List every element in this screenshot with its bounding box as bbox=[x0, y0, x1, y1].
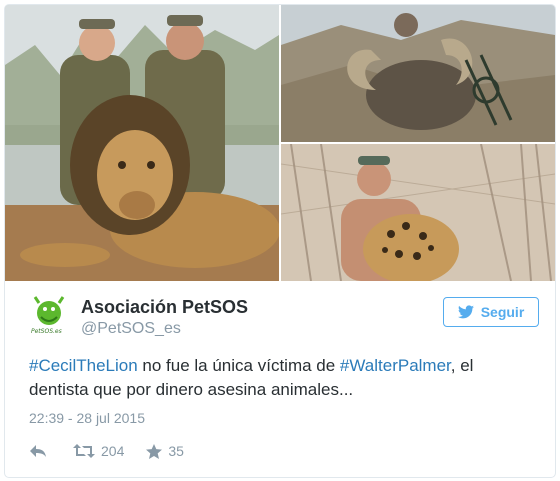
hashtag-walterpalmer[interactable]: #WalterPalmer bbox=[340, 356, 451, 375]
photo-lion-hunt[interactable] bbox=[5, 5, 279, 281]
star-icon bbox=[146, 443, 163, 459]
twitter-bird-icon bbox=[457, 305, 474, 319]
avatar-caption: PetSOS.es bbox=[31, 328, 62, 335]
favorite-count: 35 bbox=[168, 443, 184, 459]
photo-grid bbox=[5, 5, 555, 281]
tweet-actions: 204 35 bbox=[29, 441, 184, 461]
author-name[interactable]: Asociación PetSOS bbox=[81, 297, 248, 318]
retweet-count: 204 bbox=[101, 443, 125, 459]
reply-icon bbox=[30, 445, 46, 457]
tweet-text-segment: no fue la única víctima de bbox=[137, 356, 340, 375]
favorite-button[interactable]: 35 bbox=[146, 443, 184, 459]
tweet-text: #CecilTheLion no fue la única víctima de… bbox=[29, 354, 534, 402]
follow-label: Seguir bbox=[480, 304, 525, 320]
tweet-author: PetSOS.es Asociación PetSOS @PetSOS_es S… bbox=[29, 295, 539, 345]
tweet-card: PetSOS.es Asociación PetSOS @PetSOS_es S… bbox=[4, 4, 556, 478]
photo-ram-hunt[interactable] bbox=[281, 5, 555, 142]
reply-button[interactable] bbox=[29, 444, 49, 458]
author-handle[interactable]: @PetSOS_es bbox=[81, 320, 181, 338]
tweet-timestamp[interactable]: 22:39 - 28 jul 2015 bbox=[29, 410, 145, 426]
follow-button[interactable]: Seguir bbox=[443, 297, 539, 327]
retweet-button[interactable]: 204 bbox=[73, 443, 124, 459]
hashtag-ceciltheilion[interactable]: #CecilTheLion bbox=[29, 356, 138, 375]
avatar[interactable]: PetSOS.es bbox=[29, 295, 69, 339]
photo-leopard-hunt[interactable] bbox=[281, 144, 555, 281]
retweet-icon bbox=[73, 444, 95, 458]
